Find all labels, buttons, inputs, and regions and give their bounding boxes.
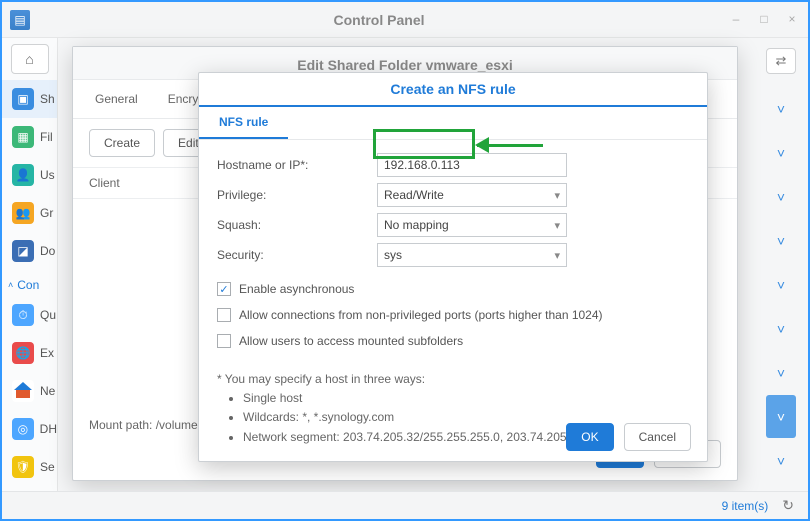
options-toggle-button[interactable]: ⇄ xyxy=(766,48,796,74)
sidebar-item-label: Gr xyxy=(40,206,53,220)
sidebar-item-label: Se xyxy=(40,460,55,474)
squash-select[interactable]: No mapping xyxy=(377,213,567,237)
checkbox-label: Enable asynchronous xyxy=(239,282,354,296)
nfs-rule-form: Hostname or IP*: Privilege: Read/Write S… xyxy=(199,140,707,270)
quickconnect-icon: ⏱ xyxy=(12,304,34,326)
sidebar-item-user[interactable]: 👤 Us xyxy=(2,156,57,194)
maximize-button[interactable]: □ xyxy=(756,12,772,28)
sidebar-item-shared-folder[interactable]: ▣ Sh xyxy=(2,80,57,118)
right-expand-column: ⇄ ˅ ˅ ˅ ˅ ˅ ˅ ˅ ˅ ˅ xyxy=(766,48,796,482)
window-title: Control Panel xyxy=(30,12,728,28)
expand-row-chevron[interactable]: ˅ xyxy=(766,87,796,130)
sidebar-item-label: Sh xyxy=(40,92,55,106)
shield-icon: 🛡 xyxy=(12,456,34,478)
sidebar-section-connectivity[interactable]: ˄ Con xyxy=(2,270,57,296)
privilege-label: Privilege: xyxy=(217,188,377,202)
create-button[interactable]: Create xyxy=(89,129,155,157)
allow-subfolders-checkbox[interactable]: Allow users to access mounted subfolders xyxy=(217,328,689,354)
expand-row-chevron[interactable]: ˅ xyxy=(766,351,796,394)
dialog-title: Create an NFS rule xyxy=(199,73,707,107)
squash-label: Squash: xyxy=(217,218,377,232)
folder-icon: ▣ xyxy=(12,88,34,110)
app-icon: ▤ xyxy=(10,10,30,30)
cancel-button[interactable]: Cancel xyxy=(624,423,691,451)
expand-row-chevron[interactable]: ˅ xyxy=(766,131,796,174)
create-nfs-rule-dialog: Create an NFS rule NFS rule Hostname or … xyxy=(198,72,708,462)
sidebar-item-label: Qu xyxy=(40,308,56,322)
checkbox-checked-icon: ✓ xyxy=(217,282,231,296)
checkbox-group: ✓ Enable asynchronous Allow connections … xyxy=(199,270,707,360)
checkbox-unchecked-icon xyxy=(217,308,231,322)
sidebar-item-label: DH xyxy=(40,422,57,436)
chevron-up-icon: ˄ xyxy=(8,280,13,290)
security-label: Security: xyxy=(217,248,377,262)
hint-item: Single host xyxy=(243,389,689,408)
ok-button[interactable]: OK xyxy=(566,423,613,451)
titlebar: ▤ Control Panel – □ × xyxy=(2,2,808,38)
expand-row-chevron-selected[interactable]: ˅ xyxy=(766,395,796,438)
sidebar-item-security[interactable]: 🛡 Se xyxy=(2,448,57,486)
user-icon: 👤 xyxy=(12,164,34,186)
dialog-tabs: NFS rule xyxy=(199,107,707,140)
domain-icon: ◪ xyxy=(12,240,34,262)
group-icon: 👥 xyxy=(12,202,34,224)
tab-general[interactable]: General xyxy=(89,88,144,110)
expand-row-chevron[interactable]: ˅ xyxy=(766,263,796,306)
privilege-select[interactable]: Read/Write xyxy=(377,183,567,207)
expand-row-chevron[interactable]: ˅ xyxy=(766,439,796,482)
item-count: 9 item(s) xyxy=(722,499,769,513)
sidebar-item-network[interactable]: Ne xyxy=(2,372,57,410)
enable-async-checkbox[interactable]: ✓ Enable asynchronous xyxy=(217,276,689,302)
sidebar-item-external-access[interactable]: 🌐 Ex xyxy=(2,334,57,372)
expand-row-chevron[interactable]: ˅ xyxy=(766,219,796,262)
external-icon: 🌐 xyxy=(12,342,34,364)
hint-title: * You may specify a host in three ways: xyxy=(217,370,689,389)
sidebar-item-dhcp[interactable]: ◎ DH xyxy=(2,410,57,448)
expand-row-chevron[interactable]: ˅ xyxy=(766,307,796,350)
sidebar-item-label: Ne xyxy=(40,384,55,398)
refresh-button[interactable]: ↻ xyxy=(782,497,794,514)
file-services-icon: ▦ xyxy=(12,126,34,148)
security-select[interactable]: sys xyxy=(377,243,567,267)
mount-path-label: Mount path: /volume xyxy=(89,418,198,432)
home-button[interactable]: ⌂ xyxy=(11,44,49,74)
expand-row-chevron[interactable]: ˅ xyxy=(766,175,796,218)
sidebar-item-file-services[interactable]: ▦ Fil xyxy=(2,118,57,156)
tab-nfs-rule[interactable]: NFS rule xyxy=(199,107,288,139)
sidebar-item-label: Ex xyxy=(40,346,54,360)
hostname-input[interactable] xyxy=(377,153,567,177)
minimize-button[interactable]: – xyxy=(728,12,744,28)
sidebar: ⌂ ▣ Sh ▦ Fil 👤 Us 👥 Gr ◪ Do ˄ Con ⏱ Qu xyxy=(2,38,58,491)
sidebar-item-domain[interactable]: ◪ Do xyxy=(2,232,57,270)
hostname-label: Hostname or IP*: xyxy=(217,158,377,172)
network-icon xyxy=(12,380,34,402)
statusbar: 9 item(s) ↻ xyxy=(2,491,808,519)
checkbox-label: Allow connections from non-privileged po… xyxy=(239,308,603,322)
sidebar-item-group[interactable]: 👥 Gr xyxy=(2,194,57,232)
dialog-actions: OK Cancel xyxy=(566,423,691,451)
window-controls: – □ × xyxy=(728,12,800,28)
checkbox-label: Allow users to access mounted subfolders xyxy=(239,334,463,348)
allow-nonpriv-checkbox[interactable]: Allow connections from non-privileged po… xyxy=(217,302,689,328)
checkbox-unchecked-icon xyxy=(217,334,231,348)
sidebar-item-label: Fil xyxy=(40,130,53,144)
close-button[interactable]: × xyxy=(784,12,800,28)
sidebar-item-label: Do xyxy=(40,244,55,258)
dhcp-icon: ◎ xyxy=(12,418,34,440)
sidebar-item-label: Us xyxy=(40,168,55,182)
sidebar-item-quickconnect[interactable]: ⏱ Qu xyxy=(2,296,57,334)
